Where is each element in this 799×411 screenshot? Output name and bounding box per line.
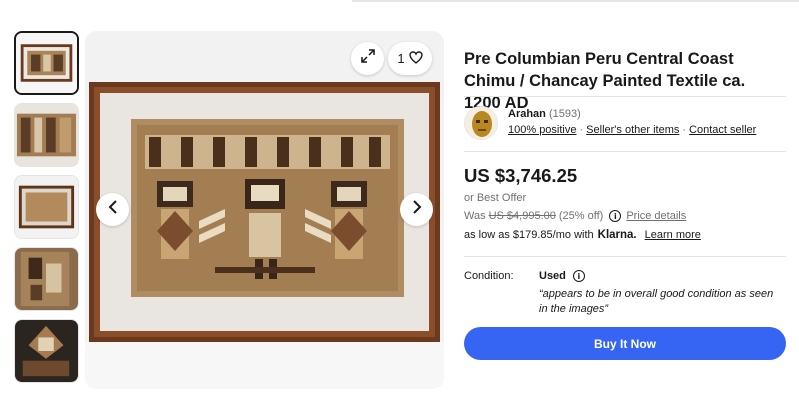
- seller-name[interactable]: Arahan: [508, 108, 546, 120]
- klarna-logo: Klarna.: [597, 229, 637, 241]
- condition-value-wrap: Used i: [539, 270, 590, 282]
- best-offer-label: or Best Offer: [464, 192, 527, 204]
- learn-more-link[interactable]: Learn more: [645, 229, 701, 241]
- was-price-line: Was US $4,995.00 (25% off) i Price detai…: [464, 210, 786, 222]
- condition-label: Condition:: [464, 270, 514, 282]
- expand-button[interactable]: [351, 42, 384, 75]
- separator-dot: ·: [682, 124, 687, 136]
- seller-feedback-count: (1593): [548, 108, 581, 120]
- was-label: Was: [464, 210, 486, 222]
- contact-seller-link[interactable]: Contact seller: [689, 124, 756, 136]
- watch-button[interactable]: 1: [388, 42, 432, 75]
- buy-it-now-button[interactable]: Buy It Now: [464, 327, 786, 360]
- current-price: US $3,746.25: [464, 165, 578, 186]
- seller-positive-link[interactable]: 100% positive: [508, 124, 577, 136]
- listing-title: Pre Columbian Peru Central Coast Chimu /…: [464, 50, 746, 112]
- top-divider: [352, 0, 799, 2]
- info-icon[interactable]: i: [609, 210, 622, 222]
- thumbnail-1[interactable]: [14, 31, 79, 95]
- was-price: US $4,995.00: [488, 210, 556, 222]
- price-details-link[interactable]: Price details: [626, 210, 686, 222]
- thumbnail-3[interactable]: [14, 175, 79, 239]
- discount-label: (25% off): [558, 210, 604, 222]
- title-divider: [464, 96, 786, 97]
- condition-description: “appears to be in overall good condition…: [539, 288, 774, 315]
- seller-other-items-link[interactable]: Seller's other items: [586, 124, 679, 136]
- seller-card: Arahan (1593) 100% positive · Seller's oth…: [464, 106, 756, 140]
- thumbnail-5[interactable]: [14, 319, 79, 383]
- listing-info: Pre Columbian Peru Central Coast Chimu /…: [464, 48, 786, 114]
- expand-icon: [360, 48, 376, 69]
- klarna-prefix: as low as $179.85/mo with: [464, 229, 594, 241]
- previous-image-button[interactable]: [96, 193, 129, 226]
- price-section: US $3,746.25 or Best Offer Was US $4,995…: [464, 165, 786, 241]
- price-divider: [464, 256, 786, 257]
- chevron-right-icon: [412, 200, 422, 219]
- next-image-button[interactable]: [400, 193, 433, 226]
- info-icon[interactable]: i: [572, 270, 585, 282]
- like-count: 1: [397, 51, 405, 66]
- seller-details: Arahan (1593) 100% positive · Seller's oth…: [508, 106, 756, 140]
- klarna-line: as low as $179.85/mo with Klarna. Learn …: [464, 229, 786, 241]
- textile-photo: [85, 31, 444, 389]
- main-image-viewer[interactable]: 1: [85, 31, 444, 389]
- heart-icon: [408, 50, 423, 67]
- condition-value: Used: [539, 270, 566, 282]
- separator-dot: ·: [579, 124, 584, 136]
- seller-divider: [464, 151, 786, 152]
- chevron-left-icon: [108, 200, 118, 219]
- thumbnail-strip: [14, 31, 80, 391]
- thumbnail-2[interactable]: [14, 103, 79, 167]
- thumbnail-4[interactable]: [14, 247, 79, 311]
- seller-avatar[interactable]: [464, 106, 498, 140]
